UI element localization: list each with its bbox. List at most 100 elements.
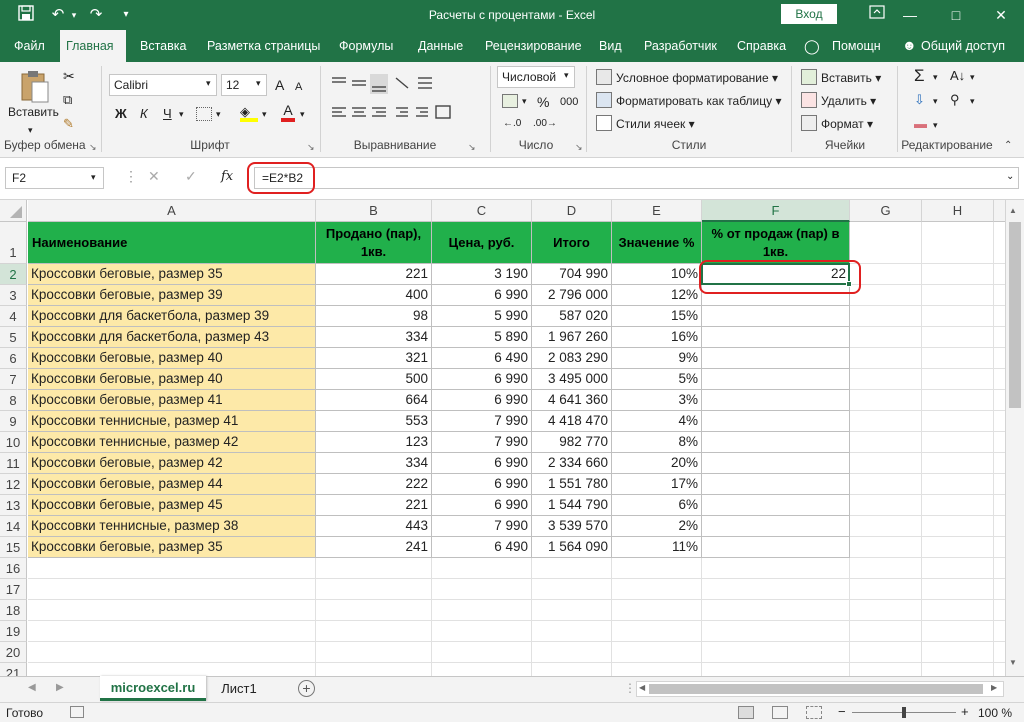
scroll-down-icon[interactable]: ▼ — [1009, 658, 1017, 667]
sheet-tab-active[interactable]: microexcel.ru — [100, 676, 206, 701]
tab-developer[interactable]: Разработчик — [638, 30, 723, 62]
formula-input[interactable]: =E2*B2 — [254, 167, 1019, 189]
row-header-15[interactable]: 15 — [0, 537, 27, 558]
scroll-up-icon[interactable]: ▲ — [1009, 206, 1017, 215]
cell-c15[interactable]: 6 490 — [432, 537, 532, 558]
row-header-1[interactable]: 1 — [0, 222, 27, 264]
number-format-dropdown-icon[interactable]: ▾ — [564, 70, 569, 81]
cell-c13[interactable]: 6 990 — [432, 495, 532, 516]
share-button[interactable]: Общий доступ — [915, 30, 1011, 62]
cell-b4[interactable]: 98 — [316, 306, 432, 327]
enter-formula-icon[interactable]: ✓ — [185, 168, 197, 185]
cell-b11[interactable]: 334 — [316, 453, 432, 474]
normal-view-icon[interactable] — [738, 706, 754, 719]
cell-d9[interactable]: 4 418 470 — [532, 411, 612, 432]
cell-d15[interactable]: 1 564 090 — [532, 537, 612, 558]
cell-f14[interactable] — [702, 516, 850, 537]
column-header-h[interactable]: H — [922, 200, 994, 222]
header-cell-c1[interactable]: Цена, руб. — [432, 222, 532, 264]
cell-a12[interactable]: Кроссовки беговые, размер 44 — [28, 474, 316, 495]
fill-color-icon[interactable]: ◈ — [240, 104, 258, 124]
font-name-field[interactable]: Calibri — [109, 74, 217, 96]
cell-d4[interactable]: 587 020 — [532, 306, 612, 327]
cell-c9[interactable]: 7 990 — [432, 411, 532, 432]
header-cell-d1[interactable]: Итого — [532, 222, 612, 264]
percent-button[interactable]: % — [537, 92, 549, 112]
font-name-dropdown-icon[interactable]: ▾ — [206, 78, 211, 89]
cell-e10[interactable]: 8% — [612, 432, 702, 453]
column-header-c[interactable]: C — [432, 200, 532, 222]
cell-f12[interactable] — [702, 474, 850, 495]
name-box-dropdown-icon[interactable]: ▾ — [91, 172, 96, 183]
fill-color-dropdown-icon[interactable]: ▾ — [262, 109, 267, 120]
italic-button[interactable]: К — [140, 104, 148, 124]
horizontal-scrollbar[interactable]: ◀ ▶ — [636, 681, 1004, 697]
header-cell-f1[interactable]: % от продаж (пар) в 1кв. — [702, 222, 850, 264]
cell-c14[interactable]: 7 990 — [432, 516, 532, 537]
cell-f8[interactable] — [702, 390, 850, 411]
column-header-a[interactable]: A — [28, 200, 316, 222]
cell-b13[interactable]: 221 — [316, 495, 432, 516]
column-header-f[interactable]: F — [702, 200, 850, 222]
cell-d14[interactable]: 3 539 570 — [532, 516, 612, 537]
cell-a9[interactable]: Кроссовки теннисные, размер 41 — [28, 411, 316, 432]
macro-record-icon[interactable] — [70, 706, 84, 718]
cell-e14[interactable]: 2% — [612, 516, 702, 537]
tab-file[interactable]: Файл — [8, 30, 51, 62]
cell-e8[interactable]: 3% — [612, 390, 702, 411]
cell-b12[interactable]: 222 — [316, 474, 432, 495]
cell-d12[interactable]: 1 551 780 — [532, 474, 612, 495]
cell-c12[interactable]: 6 990 — [432, 474, 532, 495]
row-header-7[interactable]: 7 — [0, 369, 27, 390]
tab-help[interactable]: Справка — [731, 30, 792, 62]
sort-filter-icon[interactable]: A↓ — [950, 66, 965, 86]
row-header-16[interactable]: 16 — [0, 558, 27, 579]
worksheet-grid[interactable]: ABCDEFGHI 123456789101112131415161718192… — [0, 200, 1024, 676]
cell-f15[interactable] — [702, 537, 850, 558]
row-header-13[interactable]: 13 — [0, 495, 27, 516]
grow-font-button[interactable]: A — [275, 75, 284, 95]
underline-dropdown-icon[interactable]: ▾ — [179, 109, 184, 120]
cell-a3[interactable]: Кроссовки беговые, размер 39 — [28, 285, 316, 306]
cell-f7[interactable] — [702, 369, 850, 390]
sort-filter-dropdown-icon[interactable]: ▾ — [970, 72, 975, 83]
cell-a4[interactable]: Кроссовки для баскетбола, размер 39 — [28, 306, 316, 327]
row-header-17[interactable]: 17 — [0, 579, 27, 600]
tab-view[interactable]: Вид — [593, 30, 628, 62]
bold-button[interactable]: Ж — [115, 104, 127, 124]
minimize-button[interactable]: — — [887, 0, 933, 30]
row-header-18[interactable]: 18 — [0, 600, 27, 621]
cell-a10[interactable]: Кроссовки теннисные, размер 42 — [28, 432, 316, 453]
column-header-d[interactable]: D — [532, 200, 612, 222]
row-header-9[interactable]: 9 — [0, 411, 27, 432]
cell-a6[interactable]: Кроссовки беговые, размер 40 — [28, 348, 316, 369]
underline-button[interactable]: Ч — [163, 104, 172, 124]
zoom-slider-thumb[interactable] — [902, 707, 906, 718]
insert-cells-button[interactable]: Вставить ▾ — [801, 68, 881, 88]
cell-f10[interactable] — [702, 432, 850, 453]
row-header-6[interactable]: 6 — [0, 348, 27, 369]
cell-c6[interactable]: 6 490 — [432, 348, 532, 369]
autosum-button[interactable]: Σ — [914, 66, 925, 86]
tell-me-search[interactable]: Помощн — [826, 30, 887, 62]
tab-page-layout[interactable]: Разметка страницы — [201, 30, 326, 62]
cell-e4[interactable]: 15% — [612, 306, 702, 327]
cell-e11[interactable]: 20% — [612, 453, 702, 474]
cell-f5[interactable] — [702, 327, 850, 348]
tab-insert[interactable]: Вставка — [134, 30, 192, 62]
cell-d13[interactable]: 1 544 790 — [532, 495, 612, 516]
tab-data[interactable]: Данные — [412, 30, 469, 62]
borders-icon[interactable] — [196, 107, 212, 121]
cell-b7[interactable]: 500 — [316, 369, 432, 390]
font-color-dropdown-icon[interactable]: ▾ — [300, 109, 305, 120]
cell-a13[interactable]: Кроссовки беговые, размер 45 — [28, 495, 316, 516]
copy-icon[interactable]: ⧉ — [63, 90, 72, 110]
cell-f13[interactable] — [702, 495, 850, 516]
row-header-21[interactable]: 21 — [0, 663, 27, 676]
dialog-launcher-icon[interactable]: ↘ — [89, 142, 97, 153]
cell-b6[interactable]: 321 — [316, 348, 432, 369]
paste-button[interactable]: Вставить — [8, 102, 59, 122]
cell-e13[interactable]: 6% — [612, 495, 702, 516]
fill-dropdown-icon[interactable]: ▾ — [933, 96, 938, 107]
cell-a5[interactable]: Кроссовки для баскетбола, размер 43 — [28, 327, 316, 348]
